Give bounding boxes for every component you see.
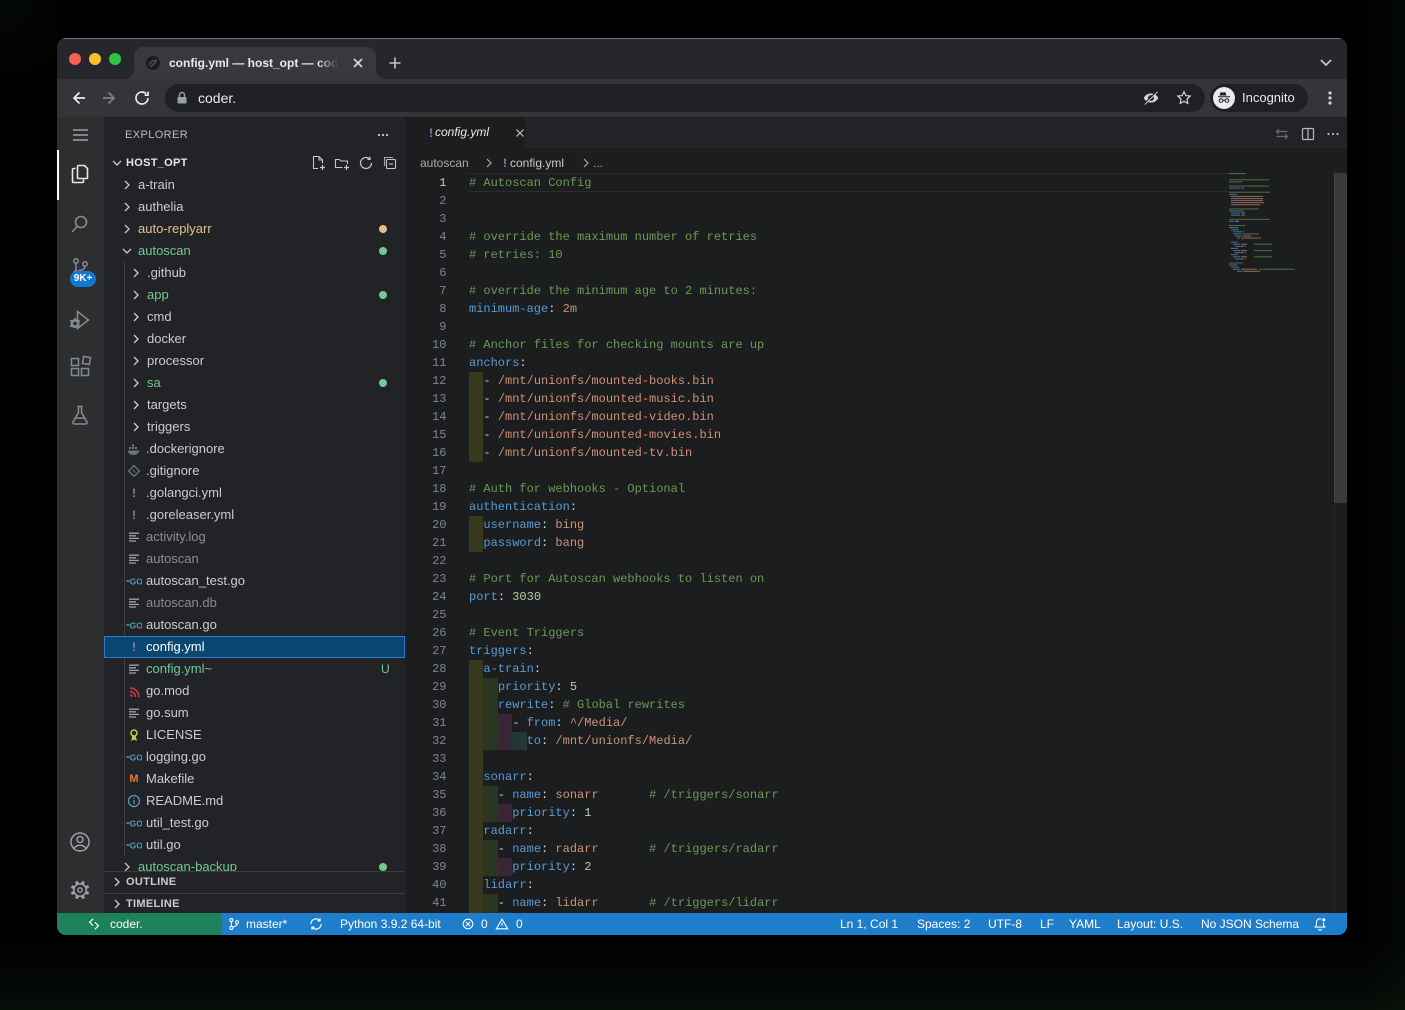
- svg-text:GO: GO: [130, 620, 142, 630]
- svg-text:GO: GO: [130, 576, 142, 586]
- svg-text:GO: GO: [130, 752, 142, 762]
- svg-text:GO: GO: [130, 818, 142, 828]
- svg-text:GO: GO: [130, 840, 142, 850]
